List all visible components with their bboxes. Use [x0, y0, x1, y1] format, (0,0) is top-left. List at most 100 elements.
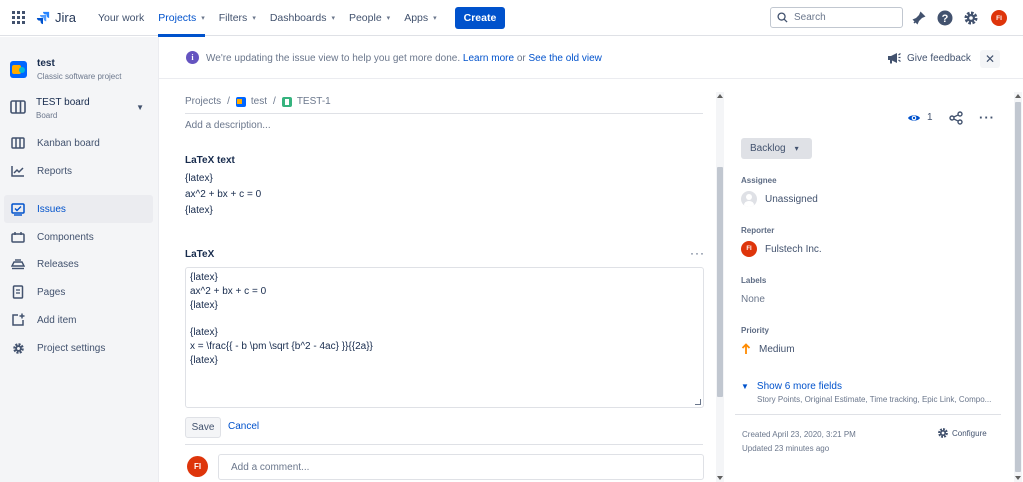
- chevron-down-icon: ▾: [252, 14, 256, 22]
- jira-logo[interactable]: Jira: [36, 10, 76, 25]
- app-switcher-icon[interactable]: [12, 10, 26, 25]
- banner-text: We're updating the issue view to help yo…: [206, 53, 461, 64]
- labels-label: Labels: [741, 276, 767, 285]
- assignee-field[interactable]: Unassigned: [741, 191, 818, 207]
- sidebar-item-reports[interactable]: Reports: [4, 157, 153, 185]
- help-icon[interactable]: ?: [937, 10, 953, 26]
- old-view-link[interactable]: See the old view: [529, 53, 602, 64]
- feedback-label: Give feedback: [907, 52, 971, 64]
- main-scrollbar[interactable]: [716, 92, 724, 482]
- sidebar-item-project-settings[interactable]: Project settings: [4, 334, 153, 362]
- latex-textarea[interactable]: {latex} ax^2 + bx + c = 0 {latex} {latex…: [185, 267, 704, 408]
- chevron-down-icon: ▾: [201, 14, 205, 22]
- scroll-down-icon[interactable]: [717, 476, 723, 480]
- nav-label: Dashboards: [269, 11, 327, 24]
- reports-icon: [11, 164, 25, 178]
- sidebar-item-label: Issues: [37, 203, 66, 215]
- breadcrumb-separator: /: [273, 96, 276, 107]
- sidebar-item-label: Reports: [37, 165, 73, 177]
- chevron-down-icon: ▼: [136, 103, 144, 112]
- priority-value: Medium: [759, 343, 795, 355]
- sidebar-item-kanban-board[interactable]: Kanban board: [4, 129, 153, 157]
- gear-icon: [11, 341, 25, 355]
- banner-or: or: [516, 53, 526, 64]
- latex-line: {latex}: [185, 205, 213, 216]
- labels-field[interactable]: None: [741, 294, 765, 305]
- banner-message: We're updating the issue view to help yo…: [206, 53, 602, 64]
- settings-icon[interactable]: [963, 10, 979, 26]
- learn-more-link[interactable]: Learn more: [463, 53, 514, 64]
- nav-label: Your work: [97, 11, 145, 24]
- sidebar-item-add-item[interactable]: Add item: [4, 306, 153, 334]
- labels-value: None: [741, 294, 765, 305]
- board-icon: [10, 100, 26, 114]
- share-icon[interactable]: [949, 111, 963, 125]
- show-more-fields-button[interactable]: ▼ Show 6 more fields: [741, 381, 842, 392]
- user-avatar[interactable]: FI: [991, 10, 1007, 26]
- create-button[interactable]: Create: [454, 6, 506, 29]
- nav-your-work[interactable]: Your work: [98, 0, 144, 36]
- latex-textarea-value: {latex} ax^2 + bx + c = 0 {latex} {latex…: [190, 272, 373, 366]
- close-icon[interactable]: ✕: [980, 50, 1000, 68]
- nav-filters[interactable]: Filters ▾: [219, 0, 256, 36]
- search-input[interactable]: Search: [770, 7, 903, 28]
- unassigned-avatar-icon: [741, 191, 757, 207]
- description-placeholder[interactable]: Add a description...: [185, 120, 271, 131]
- assignee-label: Assignee: [741, 176, 777, 185]
- configure-label: Configure: [952, 428, 987, 438]
- project-sidebar: test Classic software project TEST board…: [0, 37, 159, 482]
- board-subtitle: Board: [36, 111, 58, 120]
- divider: [185, 113, 703, 114]
- chevron-down-icon: ▾: [433, 14, 437, 22]
- notifications-icon[interactable]: [911, 10, 927, 26]
- jira-logo-icon: [36, 11, 50, 24]
- sidebar-item-releases[interactable]: Releases: [4, 250, 153, 278]
- page-scrollbar[interactable]: [1014, 92, 1022, 482]
- sidebar-item-issues[interactable]: Issues: [4, 195, 153, 223]
- watch-button[interactable]: 1: [907, 112, 933, 123]
- configure-button[interactable]: Configure: [937, 427, 987, 439]
- reporter-label: Reporter: [741, 226, 775, 235]
- scroll-down-icon[interactable]: [1015, 476, 1021, 480]
- status-dropdown[interactable]: Backlog ▾: [741, 138, 812, 159]
- latex-text-title: LaTeX text: [185, 155, 235, 166]
- more-actions-icon[interactable]: ···: [979, 110, 995, 125]
- scroll-thumb[interactable]: [717, 167, 723, 397]
- breadcrumb-projects[interactable]: Projects: [185, 96, 221, 107]
- search-icon: [777, 12, 788, 23]
- sidebar-item-label: Project settings: [37, 342, 106, 354]
- cancel-button[interactable]: Cancel: [228, 421, 259, 432]
- scroll-up-icon[interactable]: [717, 94, 723, 98]
- avatar: FI: [187, 456, 208, 477]
- sidebar-item-pages[interactable]: Pages: [4, 278, 153, 306]
- breadcrumb-project[interactable]: test: [251, 96, 267, 107]
- scroll-up-icon[interactable]: [1015, 94, 1021, 98]
- eye-icon: [908, 114, 920, 121]
- nav-label: Filters: [218, 11, 248, 24]
- nav-label: Projects: [158, 11, 197, 24]
- sidebar-item-label: Components: [37, 231, 94, 243]
- nav-apps[interactable]: Apps ▾: [404, 0, 436, 36]
- board-switcher[interactable]: TEST board Board ▼: [10, 97, 150, 120]
- priority-field[interactable]: Medium: [741, 343, 795, 355]
- resize-handle-icon[interactable]: [695, 399, 701, 405]
- project-avatar-icon: [235, 96, 246, 107]
- sidebar-item-components[interactable]: Components: [4, 223, 153, 251]
- gear-icon: [938, 428, 948, 438]
- save-button[interactable]: Save: [185, 417, 221, 438]
- nav-people[interactable]: People ▾: [349, 0, 390, 36]
- more-options-icon[interactable]: ···: [690, 246, 705, 260]
- top-navigation: Jira Your work Projects ▾ Filters ▾ Dashbo…: [0, 0, 1023, 37]
- latex-text-value[interactable]: {latex} ax^2 + bx + c = 0 {latex}: [185, 171, 261, 219]
- latex-line: ax^2 + bx + c = 0: [185, 189, 262, 200]
- breadcrumb-issue-key[interactable]: TEST-1: [297, 96, 331, 107]
- project-header[interactable]: test Classic software project: [10, 58, 121, 81]
- nav-projects[interactable]: Projects ▾: [158, 0, 206, 37]
- nav-dashboards[interactable]: Dashboards ▾: [270, 0, 335, 36]
- scroll-thumb[interactable]: [1015, 102, 1021, 472]
- give-feedback-button[interactable]: Give feedback: [887, 52, 971, 64]
- avatar: FI: [741, 241, 757, 257]
- comment-input[interactable]: Add a comment...: [218, 454, 704, 480]
- reporter-field[interactable]: FI Fulstech Inc.: [741, 241, 822, 257]
- issue-details-panel: 1 ··· Backlog ▾ Assignee Unassigned Repo…: [727, 80, 1015, 482]
